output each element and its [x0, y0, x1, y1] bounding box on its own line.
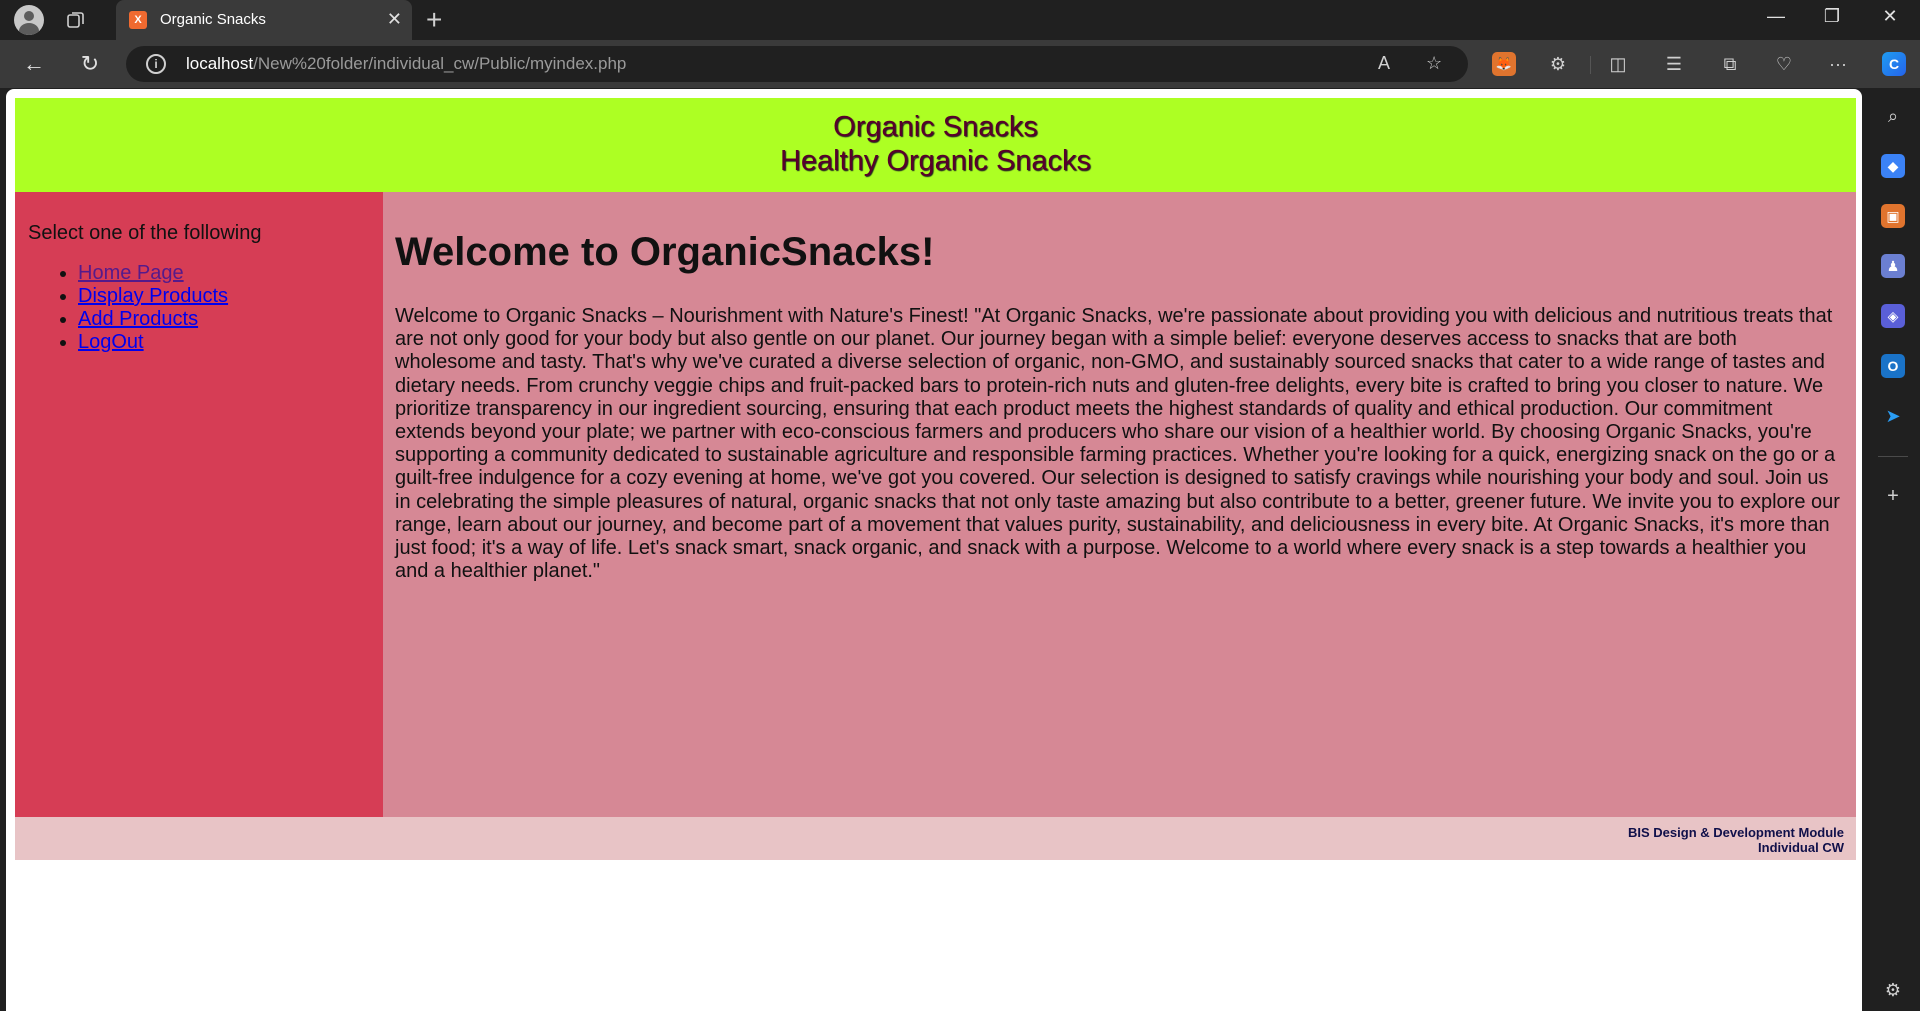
- restore-button[interactable]: ❐: [1812, 6, 1852, 27]
- copilot-icon[interactable]: C: [1882, 52, 1906, 76]
- shopping-tag-icon[interactable]: ◆: [1881, 154, 1905, 178]
- home-page-link[interactable]: Home Page: [78, 262, 184, 284]
- nav-item: Display Products: [78, 285, 370, 308]
- tab-title: Organic Snacks: [160, 11, 266, 28]
- minimize-button[interactable]: —: [1756, 6, 1796, 27]
- nav-item: LogOut: [78, 331, 370, 354]
- split-screen-icon[interactable]: ◫: [1606, 52, 1630, 76]
- read-aloud-icon[interactable]: A: [1378, 53, 1390, 74]
- display-products-link[interactable]: Display Products: [78, 285, 228, 307]
- collections-icon[interactable]: ⧉: [1718, 52, 1742, 76]
- workspaces-icon[interactable]: [62, 6, 90, 34]
- add-sidebar-app-icon[interactable]: +: [1881, 484, 1905, 508]
- site-header: Organic Snacks Healthy Organic Snacks: [15, 98, 1856, 192]
- profile-avatar[interactable]: [14, 5, 44, 35]
- logout-link[interactable]: LogOut: [78, 331, 144, 353]
- browser-essentials-icon[interactable]: ♡: [1772, 52, 1796, 76]
- edge-sidebar: ⌕ ◆ ▣ ♟ ◈ O ➤ + ⚙: [1866, 88, 1920, 1011]
- close-tab-icon[interactable]: ✕: [387, 9, 402, 30]
- welcome-paragraph: Welcome to Organic Snacks – Nourishment …: [395, 305, 1840, 583]
- search-icon[interactable]: ⌕: [1881, 104, 1905, 128]
- site-title: Organic Snacks: [833, 111, 1038, 143]
- url-text[interactable]: localhost/New%20folder/individual_cw/Pub…: [186, 54, 626, 74]
- add-products-link[interactable]: Add Products: [78, 308, 198, 330]
- address-bar-row: ← ↻ i localhost/New%20folder/individual_…: [0, 40, 1920, 88]
- favorites-icon[interactable]: ☰: [1662, 52, 1686, 76]
- extensions-icon[interactable]: ⚙: [1546, 52, 1570, 76]
- outlook-icon[interactable]: O: [1881, 354, 1905, 378]
- tab-organic-snacks[interactable]: X Organic Snacks ✕: [116, 0, 412, 40]
- footer-module-text: BIS Design & Development Module: [1628, 825, 1844, 840]
- left-nav-panel: Select one of the following Home Page Di…: [15, 192, 383, 817]
- back-button[interactable]: ←: [20, 50, 48, 78]
- xampp-favicon-icon: X: [129, 11, 147, 29]
- site-footer: BIS Design & Development Module Individu…: [15, 817, 1856, 860]
- nav-prompt: Select one of the following: [28, 222, 262, 244]
- tools-briefcase-icon[interactable]: ▣: [1881, 204, 1905, 228]
- refresh-button[interactable]: ↻: [76, 50, 104, 78]
- metamask-extension-icon[interactable]: 🦊: [1492, 52, 1516, 76]
- address-bar[interactable]: i localhost/New%20folder/individual_cw/P…: [126, 46, 1468, 82]
- close-window-button[interactable]: ✕: [1870, 6, 1910, 27]
- page-viewport: Organic Snacks Healthy Organic Snacks Se…: [6, 89, 1862, 1011]
- info-icon[interactable]: i: [146, 54, 166, 74]
- more-menu-icon[interactable]: ···: [1826, 52, 1850, 76]
- favorite-star-icon[interactable]: ☆: [1426, 53, 1442, 74]
- nav-item: Add Products: [78, 308, 370, 331]
- main-content: Welcome to OrganicSnacks! Welcome to Org…: [383, 192, 1856, 817]
- games-icon[interactable]: ♟: [1881, 254, 1905, 278]
- welcome-heading: Welcome to OrganicSnacks!: [395, 230, 935, 274]
- new-tab-button[interactable]: +: [426, 4, 442, 36]
- site-subtitle: Healthy Organic Snacks: [779, 145, 1092, 177]
- nav-item: Home Page: [78, 262, 370, 285]
- footer-cw-text: Individual CW: [1758, 840, 1844, 855]
- sidebar-settings-icon[interactable]: ⚙: [1881, 978, 1905, 1002]
- nav-list: Home Page Display Products Add Products …: [28, 262, 370, 354]
- microsoft-365-icon[interactable]: ◈: [1881, 304, 1905, 328]
- tab-strip: X Organic Snacks ✕ + — ❐ ✕: [0, 0, 1920, 40]
- drop-send-icon[interactable]: ➤: [1881, 404, 1905, 428]
